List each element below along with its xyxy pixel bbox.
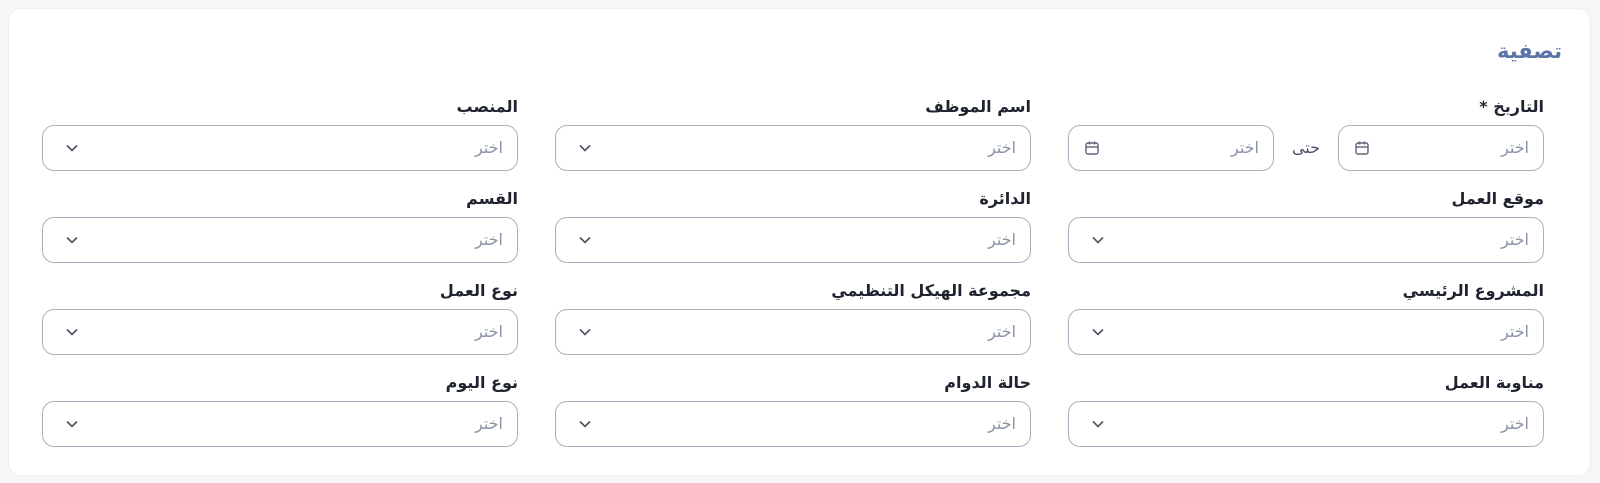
filter-grid: التاريخ * اختر حتى اختر اسم الموظف اختر … <box>42 95 1544 463</box>
circle-label: الدائرة <box>979 189 1031 208</box>
select-placeholder: اختر <box>988 414 1016 433</box>
main-project-label: المشروع الرئيسي <box>1402 281 1544 300</box>
select-placeholder: اختر <box>475 230 503 249</box>
select-placeholder: اختر <box>1501 414 1529 433</box>
select-placeholder: اختر <box>475 138 503 157</box>
circle-field: الدائرة اختر <box>555 187 1031 279</box>
work-shift-select[interactable]: اختر <box>1068 401 1544 447</box>
date-range: اختر حتى اختر <box>1068 125 1544 171</box>
position-select[interactable]: اختر <box>42 125 518 171</box>
work-location-select[interactable]: اختر <box>1068 217 1544 263</box>
work-shift-field: مناوبة العمل اختر <box>1068 371 1544 463</box>
work-type-label: نوع العمل <box>439 281 518 300</box>
section-field: القسم اختر <box>42 187 518 279</box>
section-label: القسم <box>466 189 518 208</box>
circle-select[interactable]: اختر <box>555 217 1031 263</box>
select-placeholder: اختر <box>475 414 503 433</box>
day-type-select[interactable]: اختر <box>42 401 518 447</box>
select-placeholder: اختر <box>988 230 1016 249</box>
employee-name-select[interactable]: اختر <box>555 125 1031 171</box>
work-type-field: نوع العمل اختر <box>42 279 518 371</box>
position-label: المنصب <box>456 97 518 116</box>
employee-name-field: اسم الموظف اختر <box>555 95 1031 187</box>
calendar-icon <box>1085 141 1099 155</box>
attendance-status-field: حالة الدوام اختر <box>555 371 1031 463</box>
work-location-label: موقع العمل <box>1451 189 1544 208</box>
calendar-icon <box>1355 141 1369 155</box>
select-placeholder: اختر <box>988 322 1016 341</box>
select-placeholder: اختر <box>1501 230 1529 249</box>
date-from-placeholder: اختر <box>1501 138 1529 157</box>
chevron-down-icon <box>579 236 591 244</box>
position-field: المنصب اختر <box>42 95 518 187</box>
attendance-status-label: حالة الدوام <box>944 373 1031 392</box>
section-select[interactable]: اختر <box>42 217 518 263</box>
chevron-down-icon <box>579 328 591 336</box>
chevron-down-icon <box>66 236 78 244</box>
chevron-down-icon <box>1092 236 1104 244</box>
chevron-down-icon <box>66 328 78 336</box>
day-type-field: نوع اليوم اختر <box>42 371 518 463</box>
select-placeholder: اختر <box>988 138 1016 157</box>
employee-name-label: اسم الموظف <box>925 97 1031 116</box>
chevron-down-icon <box>579 144 591 152</box>
work-location-field: موقع العمل اختر <box>1068 187 1544 279</box>
attendance-status-select[interactable]: اختر <box>555 401 1031 447</box>
date-label: التاريخ * <box>1479 97 1544 116</box>
chevron-down-icon <box>1092 328 1104 336</box>
org-group-field: مجموعة الهيكل التنظيمي اختر <box>555 279 1031 371</box>
chevron-down-icon <box>1092 420 1104 428</box>
select-placeholder: اختر <box>475 322 503 341</box>
org-group-select[interactable]: اختر <box>555 309 1031 355</box>
select-placeholder: اختر <box>1501 322 1529 341</box>
chevron-down-icon <box>66 144 78 152</box>
chevron-down-icon <box>579 420 591 428</box>
work-type-select[interactable]: اختر <box>42 309 518 355</box>
main-project-field: المشروع الرئيسي اختر <box>1068 279 1544 371</box>
org-group-label: مجموعة الهيكل التنظيمي <box>831 281 1031 300</box>
date-field: التاريخ * اختر حتى اختر <box>1068 95 1544 187</box>
filter-card: تصفية التاريخ * اختر حتى اختر اسم الموظف… <box>9 9 1590 475</box>
day-type-label: نوع اليوم <box>445 373 518 392</box>
date-until-label: حتى <box>1291 138 1321 157</box>
main-project-select[interactable]: اختر <box>1068 309 1544 355</box>
work-shift-label: مناوبة العمل <box>1444 373 1544 392</box>
chevron-down-icon <box>66 420 78 428</box>
filter-title: تصفية <box>1497 39 1562 63</box>
date-to-placeholder: اختر <box>1231 138 1259 157</box>
date-from-input[interactable]: اختر <box>1338 125 1544 171</box>
date-to-input[interactable]: اختر <box>1068 125 1274 171</box>
